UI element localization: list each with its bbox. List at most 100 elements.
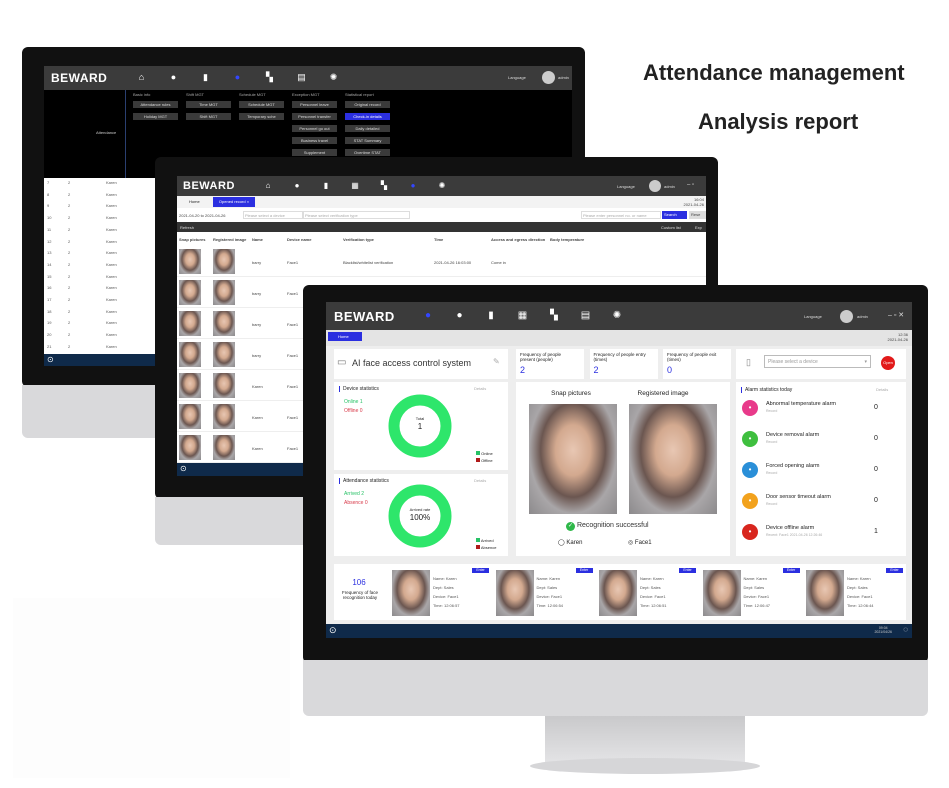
row-name: Karen (252, 446, 263, 451)
avatar[interactable] (649, 180, 661, 192)
menu-item[interactable]: Holiday MGT (133, 113, 178, 120)
tab-bar: Home 12:36 2021-04-26 (326, 330, 912, 346)
door-icon[interactable]: ▮ (200, 72, 211, 83)
gear-icon[interactable]: ✺ (328, 72, 339, 83)
gear-icon[interactable]: ✺ (437, 181, 447, 190)
home-icon[interactable]: ● (422, 310, 434, 321)
menu-item[interactable]: Temporary sche (239, 113, 284, 120)
record-cell: 7 (47, 180, 50, 185)
alarm-label: Device removal alarm (766, 432, 820, 438)
table-row[interactable]: barry Face1 Blacklist/whitelist verificati… (177, 246, 706, 277)
legend-arrived: Arrived (480, 538, 494, 543)
alarm-count: 0 (874, 404, 878, 411)
alarm-details-link[interactable]: Details (876, 387, 888, 392)
location-icon[interactable]: ⊙ (47, 355, 54, 364)
menu-item[interactable]: Business travel (292, 137, 337, 144)
recognition-card: Snap pictures Registered image ✓ Recogni… (516, 382, 730, 556)
calendar-icon[interactable]: ▦ (350, 181, 360, 190)
online-count: Online 1 (344, 399, 363, 405)
snap-label: Snap pictures (551, 390, 591, 397)
user-icon[interactable]: ● (454, 310, 466, 321)
menu-item[interactable]: Supplement (292, 149, 337, 156)
avatar[interactable] (840, 310, 853, 323)
menu-item[interactable]: Daily detailed (345, 125, 390, 132)
gear-icon[interactable]: ✺ (611, 310, 623, 321)
tab-home[interactable]: Home (328, 332, 362, 341)
report-icon[interactable]: ▤ (296, 72, 307, 83)
person-icon: ◯ (558, 540, 565, 546)
door-icon[interactable]: ▮ (485, 310, 497, 321)
language-select[interactable]: Language (508, 75, 526, 80)
door-icon[interactable]: ▮ (321, 181, 331, 190)
frequency-label: Frequency of people exit (times) (667, 352, 717, 362)
home-icon[interactable]: ⌂ (263, 181, 273, 190)
menu-item[interactable]: Check-in details (345, 113, 390, 120)
attendance-details-link[interactable]: Details (474, 478, 486, 483)
device-select[interactable]: Please select a device ▾ (764, 355, 871, 368)
record-cell: 2 (68, 332, 71, 338)
user-icon[interactable]: ● (292, 181, 302, 190)
user-icon[interactable]: ● (168, 72, 179, 82)
attendance-icon[interactable]: ▚ (264, 72, 275, 83)
menu-item[interactable]: Personnel leave (292, 101, 337, 108)
refresh-button[interactable]: Refresh (180, 225, 194, 230)
menu-item[interactable]: Schedule MGT (239, 101, 284, 108)
home-icon[interactable]: ⌂ (136, 72, 147, 82)
enter-badge: Enter (679, 568, 696, 573)
calendar-icon[interactable]: ● (232, 72, 243, 82)
report-icon[interactable]: ▤ (580, 310, 592, 321)
device-details-link[interactable]: Details (474, 386, 486, 391)
top-nav: BEWARD Language admin ⌂ ● ▮ ● ▚ ▤ ✺ (44, 66, 572, 90)
record-cell: 2 (68, 203, 71, 209)
record-cell: Karen (106, 273, 117, 279)
record-cell: 2 (68, 273, 71, 279)
reset-button[interactable]: Rese (689, 211, 706, 219)
search-input[interactable]: Please enter personnel no. or name (581, 211, 661, 219)
search-button[interactable]: Search (662, 211, 687, 219)
frequency-card: Frequency of people present (people) 2 (516, 349, 584, 379)
enter-badge: Enter (575, 568, 593, 573)
language-select[interactable]: Language (804, 314, 822, 319)
menu-item[interactable]: Shift MGT (186, 113, 231, 120)
date-range-input[interactable]: 2021-04-20 to 2021-04-26 (179, 213, 225, 218)
calendar-icon[interactable]: ▦ (517, 310, 529, 321)
bottom-bar: ⊙ 09:04 2021/04/26 ◌ (326, 624, 912, 638)
open-door-button[interactable]: Open (881, 356, 895, 370)
menu-item[interactable]: Personnel transfer (292, 113, 337, 120)
menu-item[interactable]: Original record (345, 101, 390, 108)
menu-item[interactable]: Overtime STAT (345, 149, 390, 156)
device-select[interactable]: Please select a device (243, 211, 303, 219)
recognition-status: Recognition successful (576, 522, 649, 529)
legend-online: Online (481, 451, 493, 456)
attendance-icon[interactable]: ▚ (379, 181, 389, 190)
menu-item[interactable]: STAT Summary (345, 137, 390, 144)
column-header: Snap pictures (179, 237, 206, 242)
frequency-card: Frequency of people exit (times) 0 (663, 349, 731, 379)
export-button[interactable]: Exp (695, 225, 702, 230)
avatar[interactable] (542, 71, 555, 84)
registered-image (213, 435, 235, 460)
snap-picture (179, 342, 201, 367)
menu-item[interactable]: Personnel go out (292, 125, 337, 132)
side-label: Attendance (96, 130, 117, 135)
record-time: Time: 12:06:44 (847, 603, 874, 608)
window-controls[interactable]: – ▫ ✕ (888, 311, 904, 319)
attendance-icon[interactable]: ▚ (548, 310, 560, 321)
language-select[interactable]: Language (617, 184, 635, 189)
custom-list-button[interactable]: Custom list (661, 225, 681, 230)
tab-home[interactable]: Home (189, 199, 200, 204)
report-icon[interactable]: ● (408, 181, 418, 190)
alarm-statistics-card: Alarm statistics today Details • Abnormal… (736, 382, 906, 556)
enter-badge: Enter (472, 568, 489, 573)
record-time: Time: 12:06:51 (640, 603, 667, 608)
verification-select[interactable]: Please select verification type (303, 211, 410, 219)
tab-opened-record[interactable]: Opened record × (213, 197, 255, 207)
menu-item[interactable]: Time MGT (186, 101, 231, 108)
window-controls[interactable]: – ▫ (687, 182, 694, 188)
menu-item[interactable]: Attendance rules (133, 101, 178, 108)
chat-icon[interactable]: ◌ (903, 625, 908, 634)
toolbar: Refresh Custom list Exp (177, 222, 706, 232)
location-icon[interactable]: ⊙ (180, 464, 187, 473)
edit-icon[interactable]: ✎ (493, 357, 500, 366)
location-icon[interactable]: ⊙ (329, 625, 337, 636)
